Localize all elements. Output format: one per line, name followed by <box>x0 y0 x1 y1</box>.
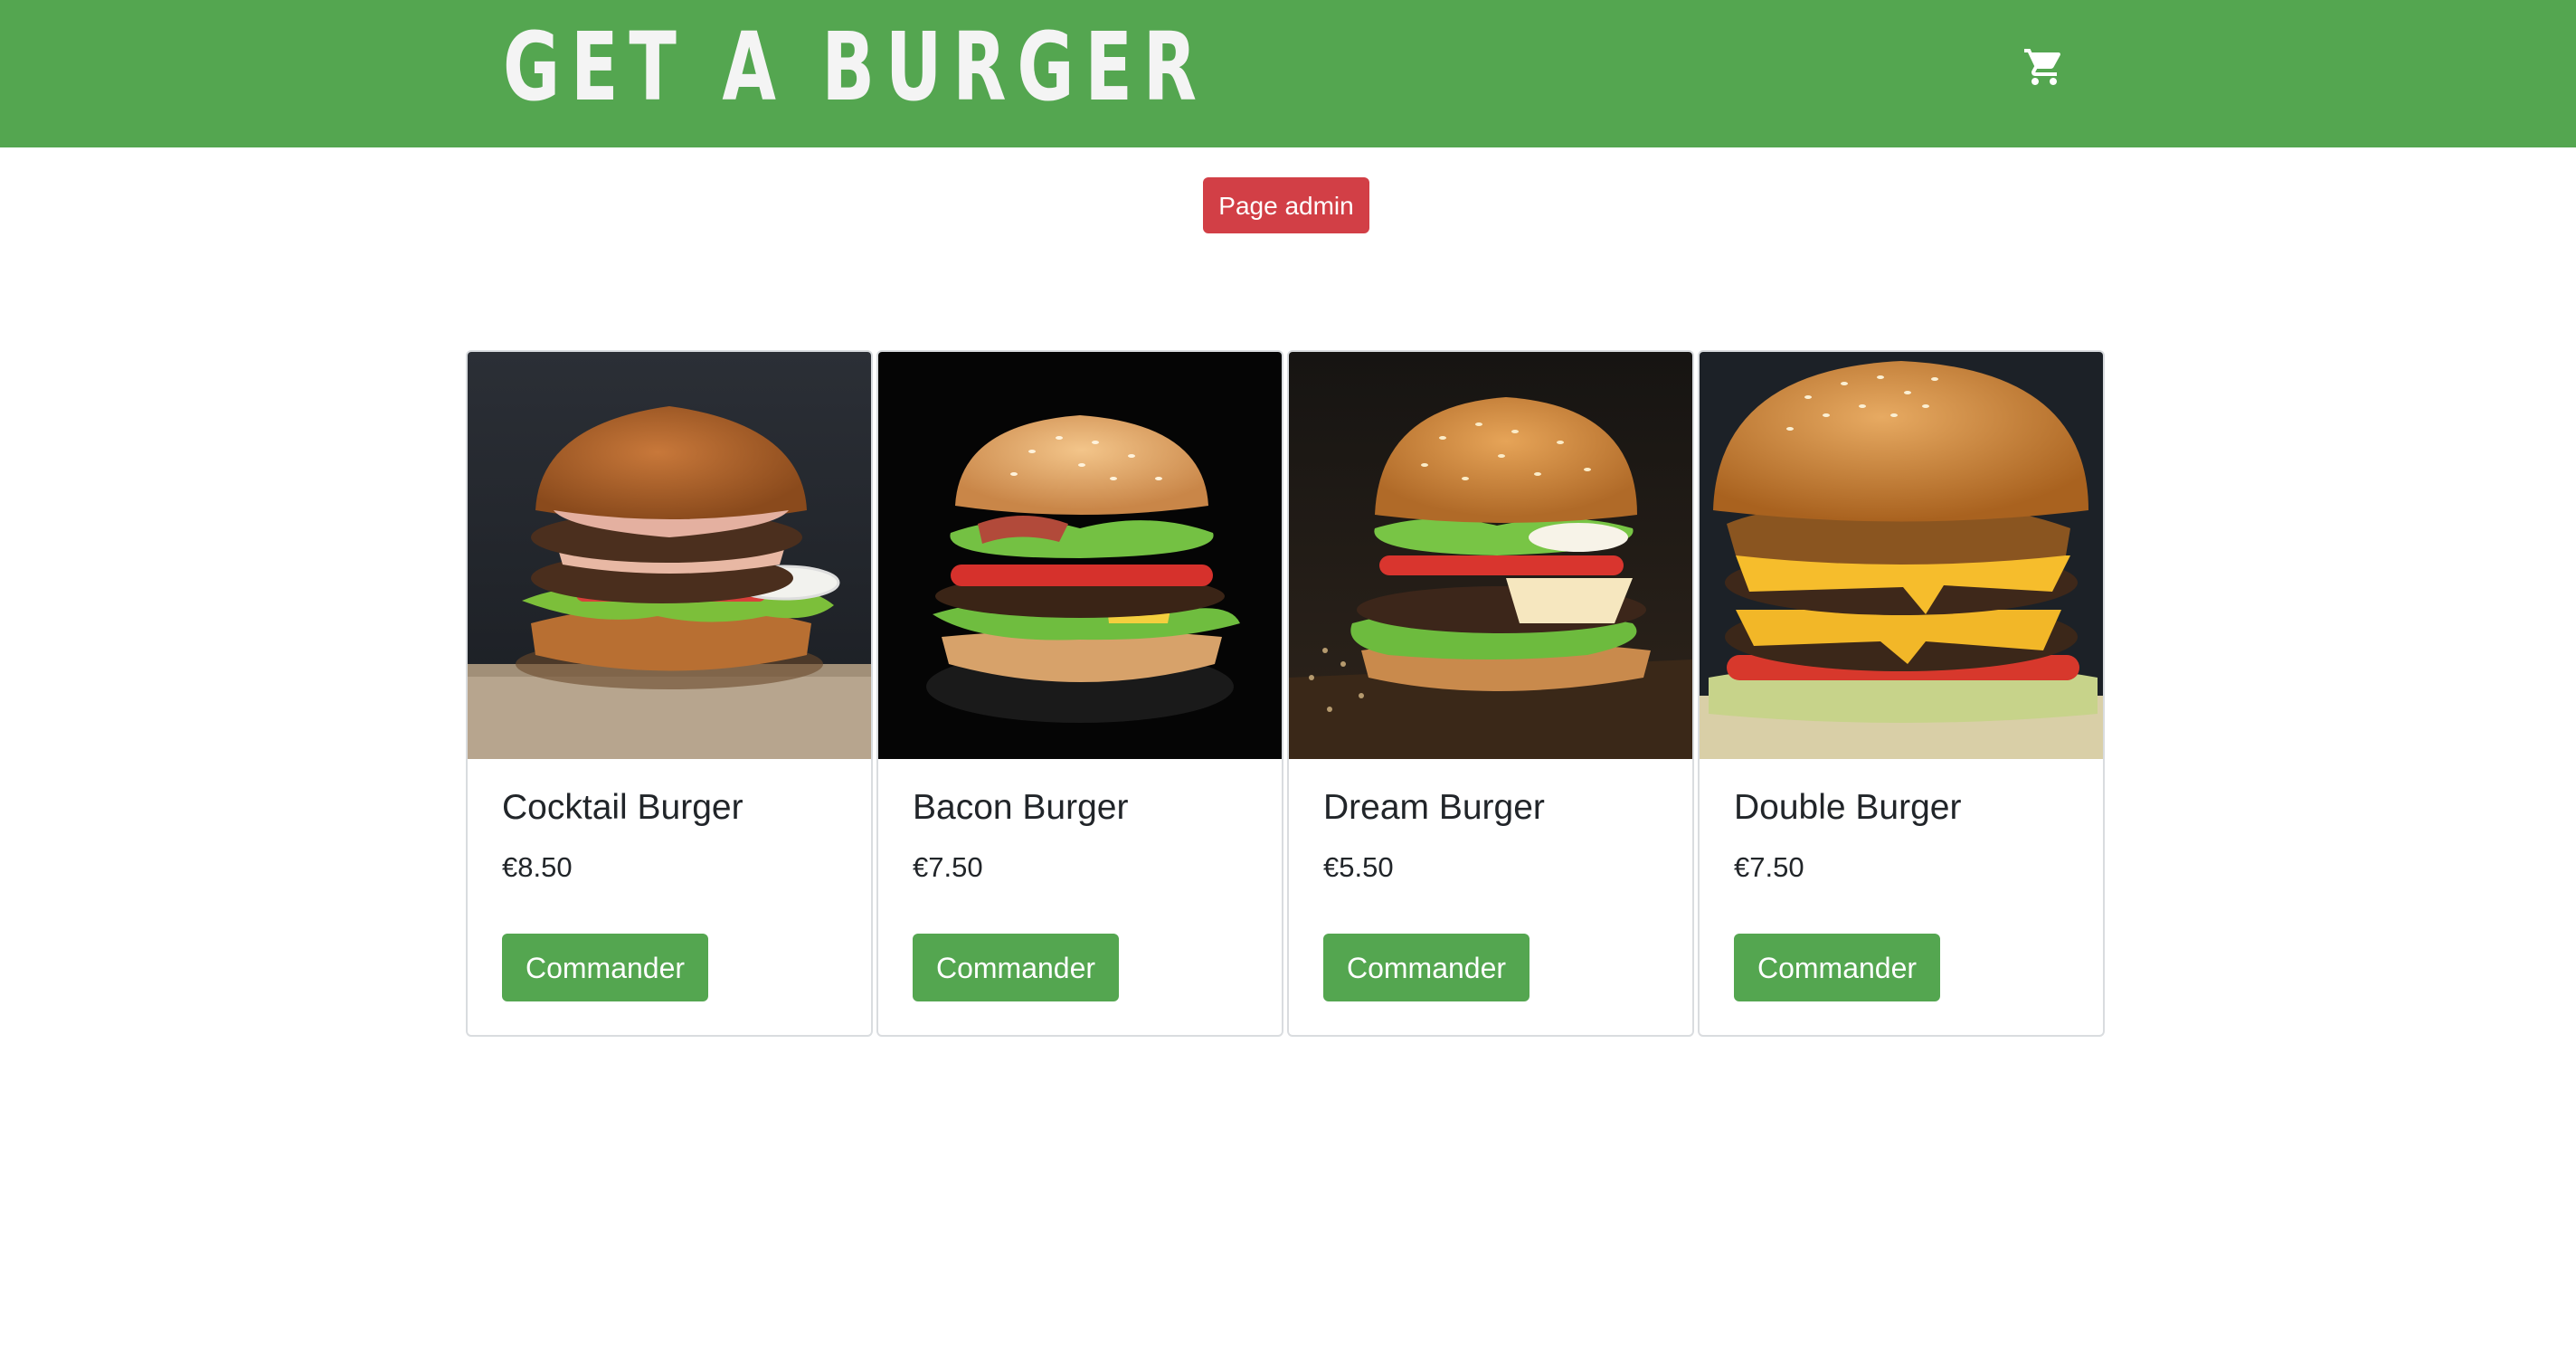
product-card: Cocktail Burger €8.50 Commander <box>466 350 873 1037</box>
product-image <box>878 352 1282 759</box>
product-image <box>1289 352 1692 759</box>
product-name: Double Burger <box>1734 788 1962 827</box>
order-button[interactable]: Commander <box>502 934 708 1001</box>
brand-logo[interactable]: GET A BURGER <box>503 13 1208 121</box>
product-name: Bacon Burger <box>913 788 1129 827</box>
shopping-cart-icon[interactable] <box>2022 45 2066 89</box>
page-admin-button[interactable]: Page admin <box>1203 177 1369 233</box>
product-card: Bacon Burger €7.50 Commander <box>876 350 1283 1037</box>
product-card: Double Burger €7.50 Commander <box>1698 350 2105 1037</box>
product-price: €8.50 <box>502 851 573 883</box>
product-card: Dream Burger €5.50 Commander <box>1287 350 1694 1037</box>
product-price: €7.50 <box>1734 851 1804 883</box>
order-button[interactable]: Commander <box>1323 934 1530 1001</box>
product-image <box>468 352 871 759</box>
product-name: Cocktail Burger <box>502 788 743 827</box>
product-price: €7.50 <box>913 851 983 883</box>
product-price: €5.50 <box>1323 851 1394 883</box>
order-button[interactable]: Commander <box>913 934 1119 1001</box>
product-image <box>1700 352 2103 759</box>
order-button[interactable]: Commander <box>1734 934 1940 1001</box>
header-navbar: GET A BURGER <box>0 0 2576 147</box>
product-name: Dream Burger <box>1323 788 1545 827</box>
